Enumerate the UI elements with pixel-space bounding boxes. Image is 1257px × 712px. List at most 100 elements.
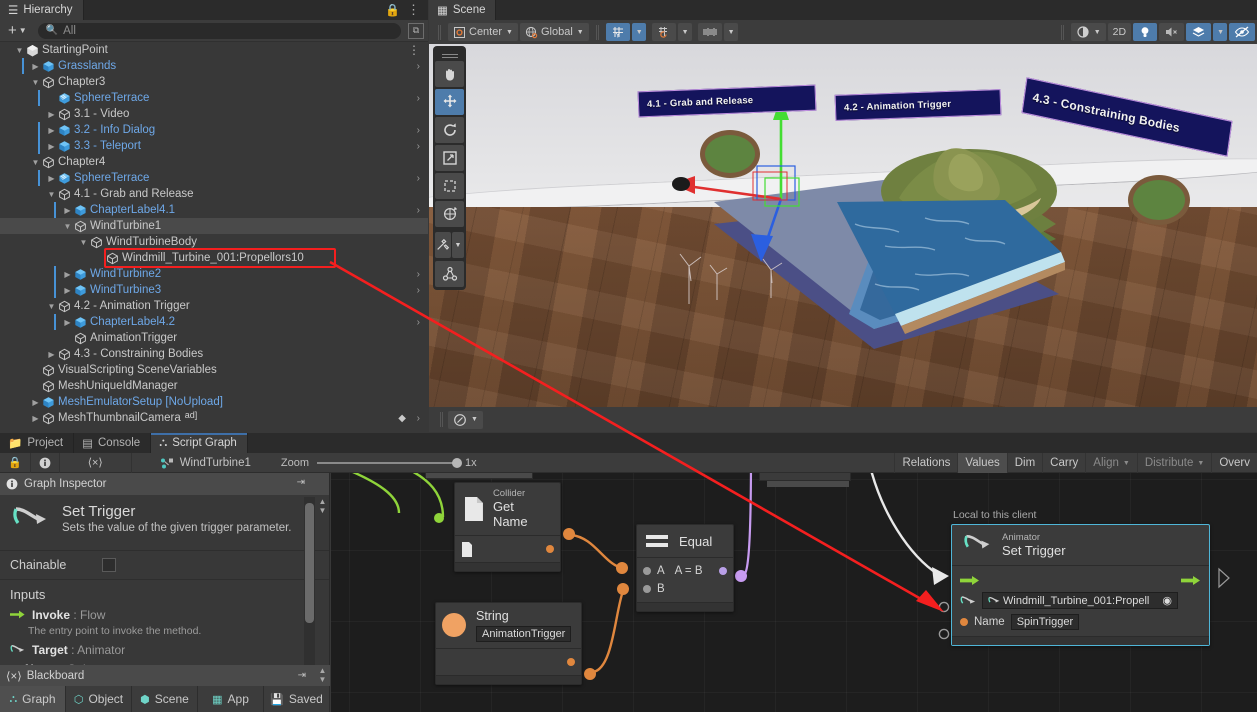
hierarchy-item-chapter4[interactable]: ▼Chapter4	[0, 154, 428, 170]
twisty-down-icon[interactable]: ▼	[30, 78, 41, 87]
scene-fx-caret[interactable]: ▼	[1213, 23, 1227, 41]
twisty-right-icon[interactable]: ▶	[30, 414, 41, 423]
hierarchy-item-meshemulatorsetup-noupload[interactable]: ▶MeshEmulatorSetup [NoUpload]	[0, 394, 428, 410]
name-row[interactable]: Name SpinTrigger	[960, 611, 1201, 632]
blackboard-header[interactable]: ⟨×⟩ Blackboard ⇥	[0, 665, 330, 686]
grid-axis-dropdown[interactable]: ▼	[632, 23, 646, 41]
hierarchy-item-meshuniqueidmanager[interactable]: MeshUniqueIdManager	[0, 378, 428, 394]
partial-node-top-2[interactable]	[759, 473, 851, 481]
output-dot-bool[interactable]	[719, 567, 727, 575]
hierarchy-item-sphereterrace[interactable]: ▶SphereTerrace›	[0, 170, 428, 186]
chevron-right-icon[interactable]: ›	[417, 141, 420, 152]
twisty-right-icon[interactable]: ▶	[62, 206, 73, 215]
custom-tools-dropdown[interactable]: ▼	[452, 232, 464, 258]
node-port-row[interactable]	[461, 540, 554, 558]
hierarchy-item-windturbine1[interactable]: ▼WindTurbine1	[0, 218, 428, 234]
twisty-right-icon[interactable]: ▶	[30, 62, 41, 71]
inspector-tab-object[interactable]: ⬡Object	[66, 686, 132, 712]
inspector-tab-app[interactable]: ▦App	[198, 686, 264, 712]
scene-audio-toggle[interactable]	[1159, 23, 1184, 41]
inspector-stepper[interactable]: ▲▼	[316, 497, 329, 515]
hierarchy-item-chapterlabel4-2[interactable]: ▶ChapterLabel4.2›	[0, 314, 428, 330]
lock-icon[interactable]: 🔒	[0, 453, 31, 473]
dock-icon[interactable]: ⇥	[297, 477, 305, 488]
pivot-mode-dropdown[interactable]: Center ▼	[448, 23, 518, 41]
add-gameobject-button[interactable]: + ▼	[4, 22, 31, 39]
node-port-row[interactable]	[442, 653, 575, 671]
node-animator-set-trigger[interactable]: Animator Set Trigger Windmill_Turbine_00…	[951, 524, 1210, 646]
tag-icon[interactable]: ◆	[398, 413, 406, 424]
chevron-right-icon[interactable]: ›	[417, 413, 420, 424]
scene-lighting-toggle[interactable]	[1133, 23, 1157, 41]
inspector-scrollbar[interactable]	[304, 497, 315, 680]
twisty-right-icon[interactable]: ▶	[62, 286, 73, 295]
handle-space-dropdown[interactable]: Global ▼	[520, 23, 589, 41]
chevron-right-icon[interactable]: ›	[417, 285, 420, 296]
twisty-right-icon[interactable]: ▶	[46, 126, 57, 135]
target-object-field[interactable]: Windmill_Turbine_001:Propell ◉	[982, 592, 1178, 609]
tab-console[interactable]: ▤Console	[74, 433, 151, 453]
inspector-tab-saved[interactable]: 💾Saved	[264, 686, 330, 712]
kebab-menu-icon[interactable]: ⋮	[408, 43, 420, 57]
trigger-name-field[interactable]: SpinTrigger	[1011, 614, 1079, 630]
twisty-right-icon[interactable]: ▶	[46, 110, 57, 119]
dock-icon[interactable]: ⇥	[298, 670, 306, 681]
info-icon[interactable]	[31, 453, 60, 473]
string-value-field[interactable]: AnimationTrigger	[476, 626, 571, 642]
input-dot-name[interactable]	[960, 618, 968, 626]
twisty-down-icon[interactable]: ▼	[62, 222, 73, 231]
snap-increment-dropdown[interactable]: ▼	[678, 23, 692, 41]
rotate-tool[interactable]	[435, 117, 464, 143]
toggle-2d-button[interactable]: 2D	[1108, 23, 1131, 41]
hierarchy-search-input[interactable]: 🔍 All	[38, 23, 401, 39]
chevron-right-icon[interactable]: ›	[417, 269, 420, 280]
partial-node-top[interactable]	[425, 473, 533, 479]
node-port-row-a[interactable]: A A = B	[643, 562, 727, 580]
component-tools-button[interactable]	[435, 261, 464, 287]
inspector-tab-scene[interactable]: ⬢Scene	[132, 686, 198, 712]
tool-strip-drag-handle[interactable]	[435, 49, 464, 59]
rect-tool[interactable]	[435, 173, 464, 199]
camera-settings-dropdown[interactable]: ▼	[448, 411, 483, 429]
node-string-literal[interactable]: String AnimationTrigger	[435, 602, 582, 685]
hierarchy-item-startingpoint[interactable]: ▼StartingPoint⋮	[0, 42, 428, 58]
twisty-right-icon[interactable]: ▶	[46, 174, 57, 183]
shading-mode-dropdown[interactable]: ▼	[1071, 23, 1106, 41]
graph-tool-align[interactable]: Align▼	[1085, 453, 1137, 473]
hierarchy-item-sphereterrace[interactable]: SphereTerrace›	[0, 90, 428, 106]
twisty-right-icon[interactable]: ▶	[30, 398, 41, 407]
hand-tool[interactable]	[435, 61, 464, 87]
graph-tool-values[interactable]: Values	[957, 453, 1006, 473]
graph-tool-carry[interactable]: Carry	[1042, 453, 1085, 473]
scene-visibility-toggle[interactable]	[1229, 23, 1255, 41]
transform-gizmo[interactable]	[669, 94, 839, 264]
graph-tool-relations[interactable]: Relations	[894, 453, 957, 473]
graph-tool-overv[interactable]: Overv	[1211, 453, 1257, 473]
output-dot[interactable]	[546, 545, 554, 553]
twisty-down-icon[interactable]: ▼	[46, 190, 57, 199]
tab-script-graph[interactable]: ⛬Script Graph	[151, 433, 248, 453]
hierarchy-item-4-2-animation-trigger[interactable]: ▼4.2 - Animation Trigger	[0, 298, 428, 314]
tab-project[interactable]: 📁Project	[0, 433, 74, 453]
tab-hierarchy[interactable]: ☰ Hierarchy	[0, 0, 84, 20]
custom-tools-button[interactable]	[435, 232, 451, 258]
twisty-down-icon[interactable]: ▼	[14, 46, 25, 55]
twisty-right-icon[interactable]: ▶	[46, 142, 57, 151]
scene-fx-dropdown[interactable]	[1186, 23, 1211, 41]
hierarchy-item-animationtrigger[interactable]: AnimationTrigger	[0, 330, 428, 346]
lock-icon[interactable]: 🔒	[385, 3, 400, 17]
output-dot[interactable]	[567, 658, 575, 666]
variables-button[interactable]: ⟨×⟩	[60, 453, 132, 473]
twisty-right-icon[interactable]: ▶	[62, 270, 73, 279]
grid-axis-button[interactable]: Y	[606, 23, 630, 41]
hierarchy-item-windturbine3[interactable]: ▶WindTurbine3›	[0, 282, 428, 298]
zoom-control[interactable]: Zoom 1x	[281, 457, 477, 469]
chevron-right-icon[interactable]: ›	[417, 125, 420, 136]
zoom-slider-knob[interactable]	[452, 458, 462, 468]
hierarchy-item-3-2-info-dialog[interactable]: ▶3.2 - Info Dialog›	[0, 122, 428, 138]
input-dot-b[interactable]	[643, 585, 651, 593]
open-in-window-icon[interactable]: ⧉	[408, 23, 424, 39]
scale-tool[interactable]	[435, 145, 464, 171]
flow-row[interactable]	[960, 570, 1201, 590]
graph-canvas[interactable]: Collider Get Name String	[331, 473, 1257, 712]
